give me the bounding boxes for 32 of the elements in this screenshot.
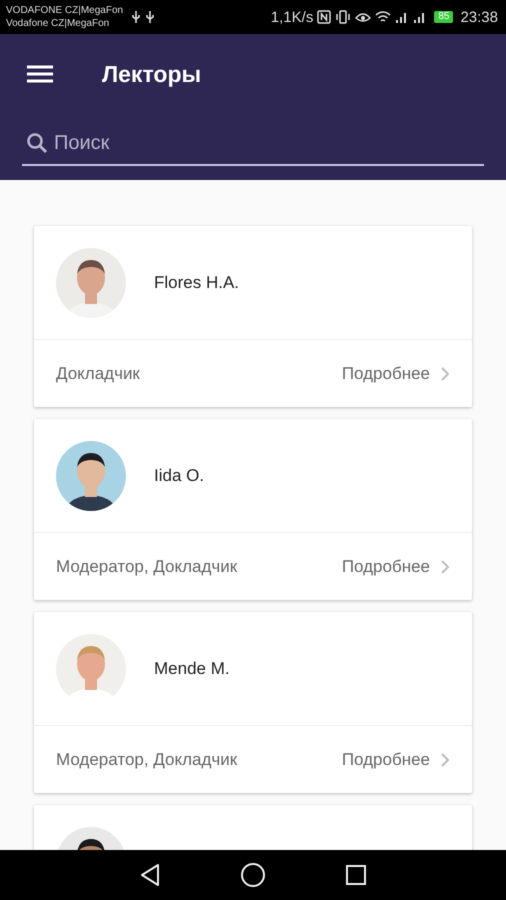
carrier-name: VODAFONE CZ|MegaFon [6,4,124,17]
vibrate-icon [335,10,352,24]
speaker-role: Модератор, Докладчик [56,556,238,576]
chevron-right-icon [440,366,450,382]
speaker-name: Mende M. [154,658,230,678]
search-field[interactable]: Поиск [54,132,480,154]
details-link[interactable]: Подробнее [342,364,450,384]
speaker-card[interactable]: Iida O. Модератор, Докладчик Подробнее [34,419,472,600]
network-speed: 1,1K/s [270,8,314,26]
back-icon[interactable] [139,863,162,887]
speaker-card[interactable]: Flores H.A. Докладчик Подробнее [34,226,472,407]
speaker-card[interactable]: Mende M. Модератор, Докладчик Подробнее [34,612,472,793]
home-icon[interactable] [240,862,266,888]
battery-level: 85 [434,11,454,23]
recents-icon[interactable] [344,864,367,886]
speaker-role: Докладчик [56,364,140,384]
chevron-right-icon [440,752,450,768]
speaker-role: Модератор, Докладчик [56,750,238,770]
details-link[interactable]: Подробнее [342,750,450,770]
menu-icon[interactable] [26,64,54,84]
search-icon [26,132,48,154]
details-link[interactable]: Подробнее [342,556,450,576]
wifi-icon [375,10,392,24]
carrier-name: Vodafone CZ|MegaFon [6,17,110,30]
usb-icon [131,10,142,24]
speaker-name: Iida O. [154,466,204,486]
speaker-name: Flores H.A. [154,272,240,292]
usb-icon [145,10,156,24]
chevron-right-icon [440,558,450,574]
clock: 23:38 [460,8,498,26]
nfc-icon [317,10,332,24]
screen-title: Лекторы [102,60,202,88]
